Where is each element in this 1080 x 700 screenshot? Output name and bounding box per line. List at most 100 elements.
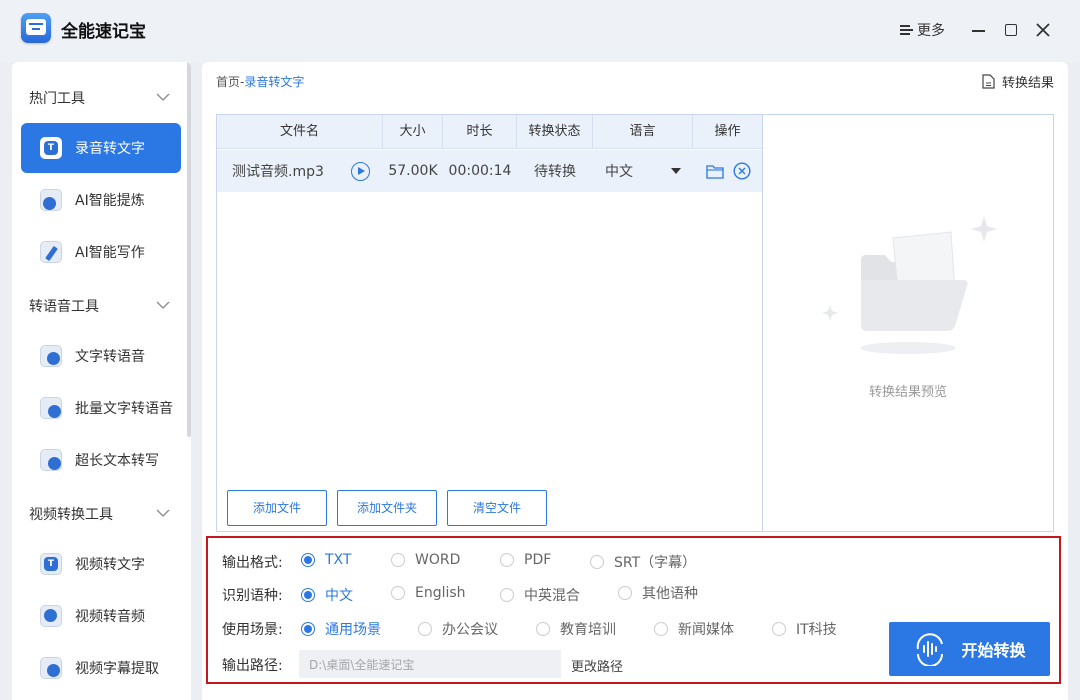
language-option-mixed[interactable]: 中英混合	[500, 585, 580, 605]
app-logo-icon	[21, 13, 51, 43]
sidebar-item-subtitle-extract[interactable]: 视频字幕提取	[21, 643, 181, 693]
path-label: 输出路径:	[222, 658, 283, 674]
sidebar-item-ai-extract[interactable]: AI智能提炼	[21, 175, 181, 225]
sidebar-item-label: 超长文本转写	[75, 453, 159, 469]
language-option-chinese[interactable]: 中文	[301, 585, 353, 605]
more-label: 更多	[917, 23, 945, 39]
close-button[interactable]	[1031, 18, 1055, 42]
header-status: 转换状态	[517, 115, 593, 149]
output-path-input[interactable]	[299, 650, 561, 678]
folder-icon[interactable]	[705, 164, 724, 179]
format-row: 输出格式:	[222, 552, 300, 572]
sidebar-item-label: 批量文字转语音	[75, 401, 173, 417]
start-conversion-button[interactable]: 开始转换	[889, 622, 1050, 676]
breadcrumb-home[interactable]: 首页	[216, 75, 240, 89]
path-row: 输出路径:	[222, 655, 300, 675]
title-bar: 全能速记宝 更多	[0, 0, 1080, 62]
sidebar-item-audio-to-text[interactable]: T 录音转文字	[21, 123, 181, 173]
option-label: IT科技	[796, 622, 837, 638]
radio-selected-icon	[301, 622, 315, 636]
radio-icon	[772, 622, 786, 636]
scene-option-it[interactable]: IT科技	[772, 619, 837, 639]
option-label: 通用场景	[325, 622, 381, 638]
sidebar-item-label: 视频转音频	[75, 609, 145, 625]
app-title: 全能速记宝	[61, 22, 146, 42]
sidebar-scrollbar[interactable]	[187, 62, 191, 437]
format-option-word[interactable]: WORD	[391, 552, 460, 568]
option-label: 新闻媒体	[678, 622, 734, 638]
audio-wave-icon	[917, 633, 944, 666]
file-list-panel: 文件名 大小 时长 转换状态 语言 操作 测试音频.mp3 57.00K 00:…	[216, 114, 763, 532]
file-duration: 00:00:14	[448, 163, 512, 179]
row-actions	[693, 162, 763, 180]
scene-option-office[interactable]: 办公会议	[418, 619, 498, 639]
language-option-english[interactable]: English	[391, 585, 466, 601]
radio-icon	[590, 555, 604, 569]
add-folder-button[interactable]: 添加文件夹	[337, 490, 437, 526]
header-language: 语言	[593, 115, 693, 149]
chevron-down-icon[interactable]	[156, 298, 170, 312]
sidebar: 热门工具 T 录音转文字 AI智能提炼 AI智能写作 转语音工具 文字转语音 批…	[12, 62, 191, 700]
format-option-txt[interactable]: TXT	[301, 552, 351, 568]
conversion-result-link[interactable]: 转换结果	[982, 72, 1054, 91]
add-file-button[interactable]: 添加文件	[227, 490, 327, 526]
scene-option-media[interactable]: 新闻媒体	[654, 619, 734, 639]
header-size: 大小	[383, 115, 443, 149]
option-label: 其他语种	[642, 586, 698, 602]
option-label: 中英混合	[524, 588, 580, 604]
chevron-down-icon[interactable]	[156, 506, 170, 520]
radio-icon	[500, 588, 514, 602]
sidebar-item-long-text[interactable]: 超长文本转写	[21, 435, 181, 485]
radio-icon	[536, 622, 550, 636]
file-status: 待转换	[534, 164, 576, 180]
scene-label: 使用场景:	[222, 622, 283, 638]
sidebar-item-label: 文字转语音	[75, 349, 145, 365]
maximize-icon	[1005, 24, 1017, 36]
breadcrumb: 首页-录音转文字	[216, 73, 304, 90]
delete-icon[interactable]	[732, 162, 751, 180]
language-label: 识别语种:	[222, 588, 283, 604]
change-path-button[interactable]: 更改路径	[571, 656, 623, 675]
file-size: 57.00K	[388, 163, 438, 179]
video-text-icon: T	[40, 553, 62, 575]
breadcrumb-current: 录音转文字	[244, 75, 305, 89]
sidebar-item-ai-writing[interactable]: AI智能写作	[21, 227, 181, 277]
audio-text-icon: T	[40, 137, 62, 159]
header-filename: 文件名	[217, 115, 383, 149]
sidebar-item-video-to-audio[interactable]: 视频转音频	[21, 591, 181, 641]
scene-option-education[interactable]: 教育培训	[536, 619, 616, 639]
sidebar-item-video-to-text[interactable]: T 视频转文字	[21, 539, 181, 589]
table-row[interactable]: 测试音频.mp3 57.00K 00:00:14 待转换 中文	[217, 150, 763, 192]
option-label: SRT（字幕）	[614, 555, 697, 571]
pen-icon	[40, 241, 62, 263]
chevron-down-icon[interactable]	[671, 168, 681, 174]
format-option-srt[interactable]: SRT（字幕）	[590, 552, 696, 572]
sidebar-group-speech-tools[interactable]: 转语音工具	[29, 296, 99, 316]
minimize-icon	[972, 30, 985, 32]
subtitle-icon	[40, 657, 62, 679]
format-option-pdf[interactable]: PDF	[500, 552, 551, 568]
result-preview-panel: 转换结果预览	[762, 114, 1054, 532]
scene-option-general[interactable]: 通用场景	[301, 619, 381, 639]
option-label: WORD	[415, 552, 461, 568]
sidebar-item-text-to-speech[interactable]: 文字转语音	[21, 331, 181, 381]
header-duration: 时长	[443, 115, 517, 149]
start-conversion-label: 开始转换	[961, 641, 1026, 660]
radio-icon	[418, 622, 432, 636]
sidebar-item-label: AI智能写作	[75, 245, 145, 261]
chevron-down-icon[interactable]	[156, 90, 170, 104]
option-label: English	[415, 585, 466, 601]
language-option-other[interactable]: 其他语种	[618, 583, 698, 603]
maximize-button[interactable]	[999, 18, 1023, 42]
more-menu-button[interactable]: 更多	[900, 20, 945, 40]
sidebar-group-hot-tools[interactable]: 热门工具	[29, 88, 85, 108]
language-value: 中文	[605, 164, 633, 180]
header-actions: 操作	[693, 115, 763, 149]
clear-files-button[interactable]: 清空文件	[447, 490, 547, 526]
sidebar-group-video-tools[interactable]: 视频转换工具	[29, 504, 113, 524]
radio-icon	[654, 622, 668, 636]
minimize-button[interactable]	[966, 18, 990, 42]
sidebar-item-batch-text-to-speech[interactable]: 批量文字转语音	[21, 383, 181, 433]
radio-icon	[391, 553, 405, 567]
play-button[interactable]	[337, 161, 383, 181]
